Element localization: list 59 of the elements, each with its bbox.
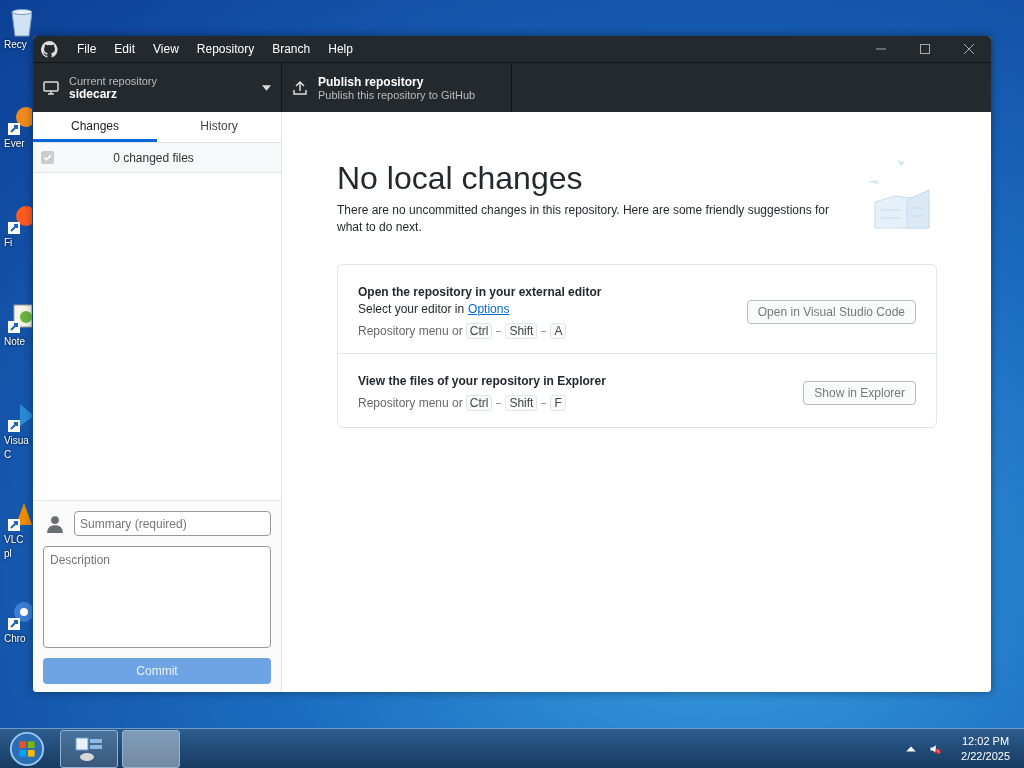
key-label: A — [550, 323, 567, 339]
key-label: Shift — [505, 323, 538, 339]
menu-item[interactable]: File — [68, 42, 106, 56]
publish-button[interactable]: Publish repository Publish this repository to GitHub — [282, 63, 512, 112]
muted-speaker-icon[interactable] — [929, 742, 942, 755]
upload-icon — [292, 79, 308, 96]
repository-name: sidecarz — [69, 86, 118, 101]
shortcut-hint: Repository menu or — [358, 324, 463, 338]
octocat-logo-icon — [41, 40, 58, 58]
suggestion-hint: Select your editor in — [358, 302, 465, 316]
person-icon — [46, 514, 64, 533]
maximize-icon[interactable] — [919, 43, 931, 55]
shortcut-icon[interactable] — [6, 204, 32, 236]
close-icon[interactable] — [963, 43, 975, 55]
monitor-icon — [43, 79, 59, 96]
icon-label: Visua — [3, 434, 29, 448]
shortcut-icon[interactable] — [6, 105, 32, 137]
icon-label: Fi — [3, 236, 13, 250]
changed-files-count: 0 changed files — [112, 150, 195, 165]
heading: No local changes — [337, 159, 584, 198]
icon-label: Ever — [3, 137, 25, 151]
suggestion-title: View the files of your repository in Explorer — [358, 374, 607, 388]
icon-label: VLC — [3, 533, 24, 547]
shortcut-icon[interactable] — [6, 303, 32, 335]
key-label: Ctrl — [465, 323, 493, 339]
shortcut-icon[interactable] — [6, 501, 32, 533]
caret-icon — [262, 84, 271, 91]
taskbar-button[interactable] — [122, 729, 180, 768]
taskbar-button[interactable] — [60, 729, 118, 768]
menu-item[interactable]: Edit — [105, 42, 145, 56]
shortcut-hint: Repository menu or — [358, 396, 463, 410]
menu-item[interactable]: Repository — [187, 42, 264, 56]
control-panel-icon — [74, 735, 104, 762]
icon-label: pl — [3, 547, 12, 561]
clock-time[interactable]: 12:02 PM — [962, 733, 1010, 749]
description-text: There are no uncommitted changes in this repository. Here are some friendly suggestions for what to do next. — [337, 202, 831, 236]
icon-label: Chro — [3, 632, 26, 646]
icon-label: Recy — [3, 38, 27, 52]
toolbar-label: Current repository — [69, 74, 159, 87]
shortcut-icon[interactable] — [6, 402, 32, 434]
suggestion-title: Open the repository in your external editor — [358, 285, 603, 299]
icon-label: C — [3, 448, 12, 462]
check-icon — [42, 152, 53, 163]
shortcut-icon[interactable] — [6, 600, 32, 632]
options-link[interactable]: Options — [468, 302, 510, 316]
key-label: Ctrl — [465, 395, 493, 411]
suggestion-button[interactable]: Show in Explorer — [803, 380, 916, 405]
key-label: F — [550, 395, 566, 411]
menu-item[interactable]: View — [144, 42, 188, 56]
publish-subtitle: Publish this repository to GitHub — [318, 88, 477, 101]
start-button-icon[interactable] — [8, 729, 46, 768]
menu-item[interactable]: Help — [319, 42, 362, 56]
tab[interactable]: Changes — [33, 112, 157, 142]
key-label: Shift — [505, 395, 538, 411]
publish-title: Publish repository — [318, 74, 425, 89]
suggestion-button[interactable]: Open in Visual Studio Code — [746, 300, 916, 324]
icon-label: Note — [3, 335, 26, 349]
menu-item[interactable]: Branch — [263, 42, 320, 56]
clock-date[interactable]: 2/22/2025 — [961, 748, 1010, 764]
